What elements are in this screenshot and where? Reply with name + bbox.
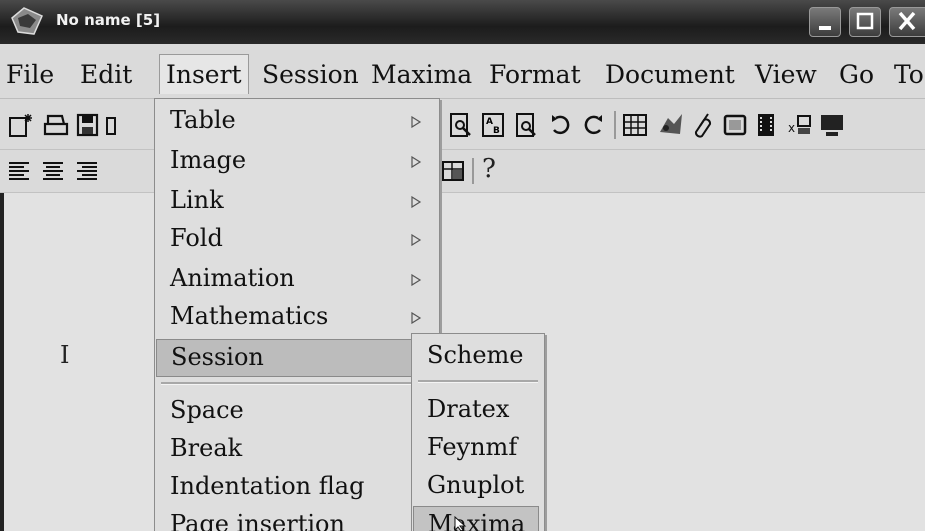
image-icon[interactable]: [656, 110, 686, 140]
maximize-button[interactable]: [849, 7, 881, 37]
format-toolbar: ?: [0, 150, 925, 193]
menu-go[interactable]: Go: [839, 60, 874, 89]
session-submenu: Scheme Dratex Feynmf Gnuplot Maxima: [411, 333, 545, 531]
animation-icon[interactable]: [754, 112, 778, 138]
frame-icon[interactable]: [722, 112, 748, 138]
submenu-arrow-icon: [411, 116, 422, 128]
submenu-item-scheme[interactable]: Scheme: [413, 338, 539, 376]
submenu-arrow-icon: [411, 156, 422, 168]
menu-insert[interactable]: Insert: [159, 54, 249, 94]
menu-bar: File Edit Insert Session Maxima Format D…: [0, 50, 925, 99]
svg-text:B: B: [493, 126, 500, 136]
align-left-icon[interactable]: [6, 160, 32, 182]
maximize-icon: [856, 12, 874, 30]
new-document-icon[interactable]: [8, 112, 36, 138]
main-toolbar: AB x: [0, 99, 925, 150]
menu-item-mathematics[interactable]: Mathematics: [156, 299, 434, 337]
print-preview-icon[interactable]: [448, 112, 474, 138]
open-icon[interactable]: [42, 112, 70, 138]
submenu-arrow-icon: [411, 234, 422, 246]
save-icon[interactable]: [76, 112, 100, 138]
app-window: No name [5] File Edit Insert Session Max…: [0, 0, 925, 531]
redo-icon[interactable]: [580, 112, 606, 138]
macro-icon[interactable]: x: [786, 112, 814, 138]
menu-separator: [161, 382, 433, 385]
menu-document[interactable]: Document: [605, 60, 735, 89]
menu-item-image[interactable]: Image: [156, 143, 434, 181]
menu-file[interactable]: File: [6, 60, 54, 89]
session-icon[interactable]: [818, 112, 846, 138]
submenu-item-gnuplot[interactable]: Gnuplot: [413, 468, 539, 506]
menu-session[interactable]: Session: [262, 60, 359, 89]
svg-text:A: A: [486, 117, 493, 127]
menu-item-table[interactable]: Table: [156, 103, 434, 141]
page-text-icon[interactable]: AB: [480, 112, 508, 138]
close-icon: [898, 11, 916, 31]
undo-icon[interactable]: [548, 112, 574, 138]
submenu-arrow-icon: [411, 312, 422, 324]
help-icon[interactable]: ?: [482, 154, 496, 184]
menu-maxima[interactable]: Maxima: [371, 60, 472, 89]
menu-item-space[interactable]: Space: [156, 393, 434, 431]
minimize-icon: [819, 26, 831, 30]
text-cursor: I: [60, 341, 70, 369]
submenu-separator: [418, 380, 538, 383]
find-icon[interactable]: [514, 112, 540, 138]
menu-view[interactable]: View: [755, 60, 817, 89]
menu-edit[interactable]: Edit: [80, 60, 132, 89]
minimize-button[interactable]: [809, 7, 841, 37]
menu-item-page-insertion[interactable]: Page insertion: [156, 507, 434, 531]
menu-item-break[interactable]: Break: [156, 431, 434, 469]
submenu-item-dratex[interactable]: Dratex: [413, 392, 539, 430]
menu-item-animation[interactable]: Animation: [156, 261, 434, 299]
mouse-pointer-icon: [454, 516, 467, 531]
menu-item-session[interactable]: Session: [156, 339, 434, 377]
menu-tools[interactable]: To: [894, 60, 924, 89]
menu-item-link[interactable]: Link: [156, 183, 434, 221]
submenu-arrow-icon: [411, 274, 422, 286]
menu-item-fold[interactable]: Fold: [156, 221, 434, 259]
menu-item-indentation-flag[interactable]: Indentation flag: [156, 469, 434, 507]
submenu-item-feynmf[interactable]: Feynmf: [413, 430, 539, 468]
insert-menu: Table Image Link Fold Animation Mathemat…: [154, 98, 440, 531]
svg-text:x: x: [788, 121, 795, 135]
submenu-arrow-icon: [411, 196, 422, 208]
print-icon[interactable]: [106, 112, 116, 138]
submenu-item-maxima[interactable]: Maxima: [413, 506, 539, 531]
table-icon[interactable]: [622, 112, 648, 138]
toolbar-separator: [472, 158, 474, 184]
align-center-icon[interactable]: [40, 160, 66, 182]
texmacs-app-icon: [11, 7, 43, 35]
link-icon[interactable]: [690, 112, 716, 138]
close-button[interactable]: [889, 7, 925, 37]
align-right-icon[interactable]: [74, 160, 100, 182]
menu-format[interactable]: Format: [489, 60, 581, 89]
toolbar-separator: [614, 111, 616, 139]
table-format-icon[interactable]: [440, 158, 466, 184]
title-bar[interactable]: No name [5]: [0, 0, 925, 44]
window-title: No name [5]: [56, 11, 161, 29]
